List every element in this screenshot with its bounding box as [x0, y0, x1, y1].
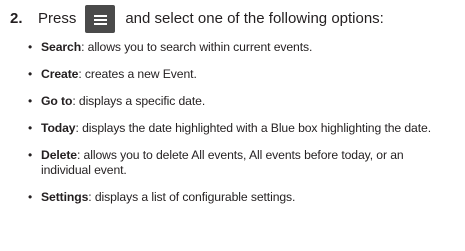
list-item: • Settings: displays a list of configura…: [28, 190, 448, 205]
step-text-after: and select one of the following options:: [125, 10, 384, 27]
list-item: • Today: displays the date highlighted w…: [28, 121, 448, 136]
bullet-icon: •: [28, 148, 33, 162]
option-term: Search: [41, 40, 82, 54]
option-description: : creates a new Event.: [78, 67, 197, 81]
option-term: Create: [41, 67, 79, 81]
instruction-step: 2. Press and select one of the following…: [10, 4, 460, 34]
list-item: • Delete: allows you to delete All event…: [28, 148, 448, 178]
list-item: • Create: creates a new Event.: [28, 67, 448, 82]
option-term: Go to: [41, 94, 73, 108]
step-text-before: Press: [38, 10, 77, 27]
option-description: : allows you to delete All events, All e…: [41, 148, 404, 177]
bullet-icon: •: [28, 67, 33, 81]
option-description: : displays a list of configurable settin…: [88, 190, 296, 204]
option-description: : displays the date highlighted with a B…: [75, 121, 432, 135]
option-description: : allows you to search within current ev…: [81, 40, 313, 54]
step-number: 2.: [10, 10, 23, 27]
bullet-icon: •: [28, 94, 33, 108]
options-list: • Search: allows you to search within cu…: [28, 40, 448, 217]
list-item: • Go to: displays a specific date.: [28, 94, 448, 109]
option-description: : displays a specific date.: [72, 94, 206, 108]
option-term: Delete: [41, 148, 77, 162]
list-item: • Search: allows you to search within cu…: [28, 40, 448, 55]
bullet-icon: •: [28, 121, 33, 135]
menu-icon: [85, 5, 116, 33]
bullet-icon: •: [28, 190, 33, 204]
option-term: Settings: [41, 190, 89, 204]
step-heading: 2. Press and select one of the following…: [10, 4, 460, 34]
bullet-icon: •: [28, 40, 33, 54]
option-term: Today: [41, 121, 76, 135]
